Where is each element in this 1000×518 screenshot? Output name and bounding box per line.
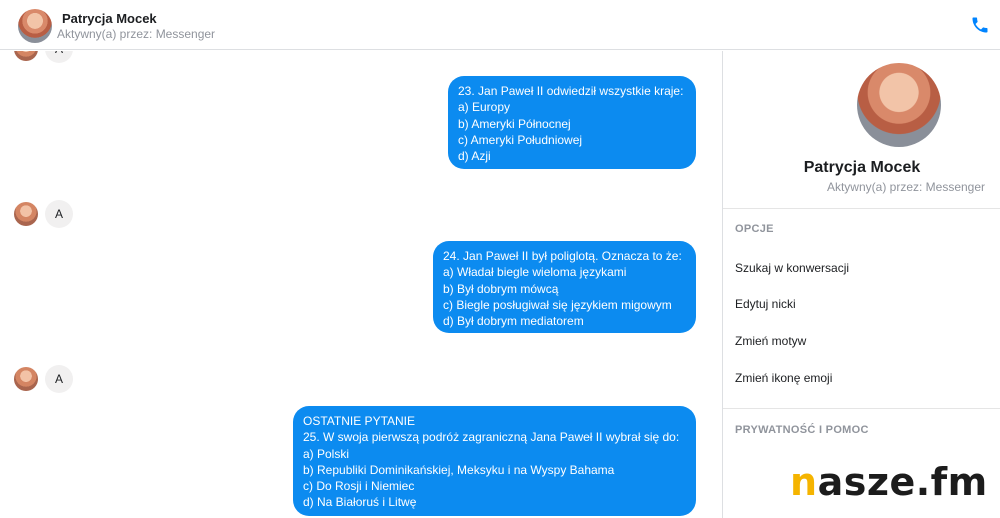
message-thread[interactable]: A 23. Jan Paweł II odwiedził wszystkie k… (0, 51, 722, 518)
option-edit-nicknames[interactable]: Edytuj nicki (735, 297, 796, 311)
message-bubble[interactable]: OSTATNIE PYTANIE 25. W swoja pierwszą po… (293, 406, 696, 516)
reaction-bubble[interactable]: A (45, 51, 73, 63)
message-bubble[interactable]: 24. Jan Paweł II był poliglotą. Oznacza … (433, 241, 696, 333)
message-line: 23. Jan Paweł II odwiedził wszystkie kra… (458, 84, 684, 98)
divider (723, 408, 1000, 409)
reaction-bubble[interactable]: A (45, 200, 73, 228)
message-line: d) Był dobrym mediatorem (443, 314, 584, 329)
divider (723, 208, 1000, 209)
message-line: b) Był dobrym mówcą (443, 281, 559, 296)
reaction-text: A (55, 51, 63, 56)
conversation-info-panel: Patrycja Mocek Aktywny(a) przez: Messeng… (722, 51, 1000, 518)
message-line: a) Polski (303, 446, 350, 461)
message-line: a) Europy (458, 100, 511, 115)
contact-name[interactable]: Patrycja Mocek (62, 11, 157, 26)
message-line: d) Na Białoruś i Litwę (303, 495, 417, 510)
message-line: a) Władał biegle wieloma językami (443, 265, 627, 280)
reaction-bubble[interactable]: A (45, 365, 73, 393)
profile-avatar[interactable] (857, 63, 941, 147)
option-search-conversation[interactable]: Szukaj w konwersacji (735, 261, 849, 275)
profile-status: Aktywny(a) przez: Messenger (826, 180, 986, 194)
option-change-emoji[interactable]: Zmień ikonę emoji (735, 371, 832, 385)
message-bubble[interactable]: 23. Jan Paweł II odwiedził wszystkie kra… (448, 76, 696, 169)
contact-avatar[interactable] (18, 9, 52, 43)
option-change-theme[interactable]: Zmień motyw (735, 334, 806, 348)
logo-first-letter: n (790, 460, 818, 504)
message-line: 25. W swoja pierwszą podróż zagraniczną … (303, 430, 680, 445)
sender-avatar (14, 367, 38, 391)
privacy-section-title[interactable]: PRYWATNOŚĆ I POMOC (735, 424, 869, 436)
reaction-text: A (54, 372, 63, 386)
message-line: b) Ameryki Północnej (458, 116, 571, 131)
message-line: d) Azji (458, 149, 491, 164)
contact-status: Aktywny(a) przez: Messenger (57, 27, 216, 41)
profile-name[interactable]: Patrycja Mocek (723, 159, 1000, 177)
options-section-title: OPCJE (735, 223, 774, 235)
sender-avatar (14, 51, 38, 61)
logo-rest: asze.fm (817, 460, 988, 504)
message-line: c) Ameryki Południowej (458, 132, 583, 147)
phone-icon[interactable] (970, 15, 990, 35)
message-line: 24. Jan Paweł II był poliglotą. Oznacza … (443, 249, 682, 263)
message-line: b) Republiki Dominikańskiej, Meksyku i n… (303, 462, 615, 477)
message-line: c) Do Rosji i Niemiec (303, 479, 415, 494)
watermark-logo: nasze.fm (790, 462, 988, 502)
message-line: c) Biegle posługiwał się językiem migowy… (443, 297, 672, 312)
reaction-text: A (54, 207, 63, 221)
message-line: OSTATNIE PYTANIE (303, 414, 416, 428)
sender-avatar (14, 202, 38, 226)
conversation-header: Patrycja Mocek Aktywny(a) przez: Messeng… (0, 0, 1000, 50)
